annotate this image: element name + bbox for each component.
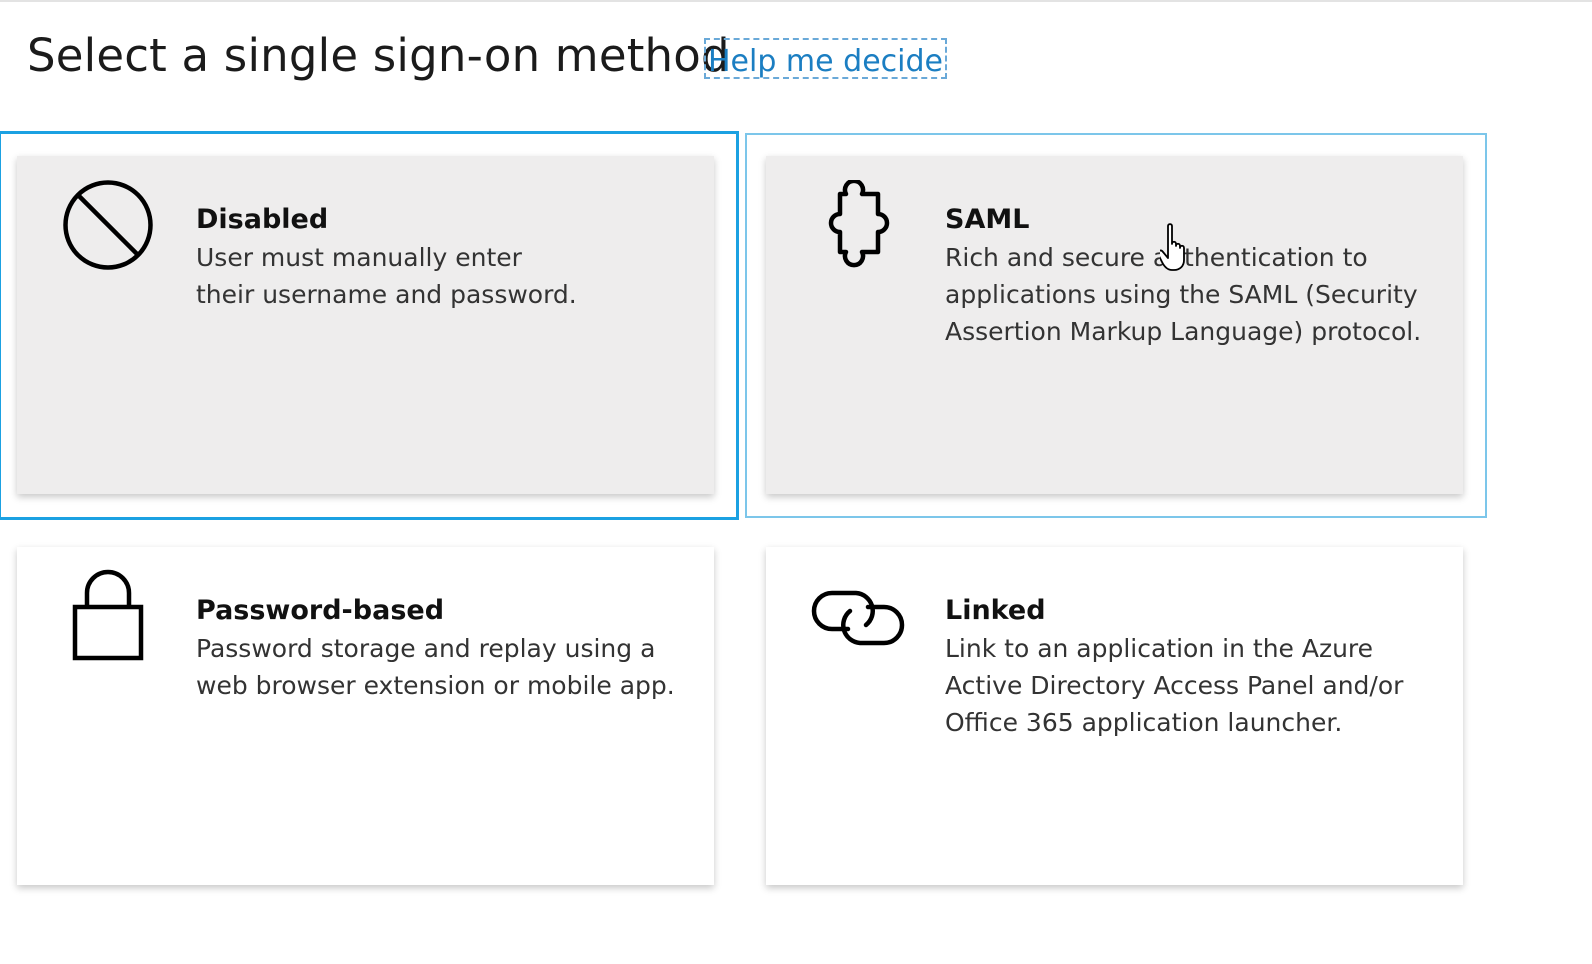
lock-icon <box>71 569 145 667</box>
top-divider <box>0 0 1592 2</box>
page-title: Select a single sign-on method <box>27 29 730 82</box>
card-description: Link to an application in the Azure Acti… <box>945 634 1404 737</box>
puzzle-icon <box>816 178 892 274</box>
prohibited-icon <box>61 178 155 276</box>
card-title: Linked <box>945 595 1046 626</box>
sso-card-linked[interactable]: Linked Link to an application in the Azu… <box>766 547 1463 885</box>
card-description: Password storage and replay using a web … <box>196 634 675 700</box>
card-title: Disabled <box>196 204 329 235</box>
card-title: SAML <box>945 204 1030 235</box>
hand-pointer-icon <box>1156 222 1190 278</box>
card-description: User must manually enter their username … <box>196 243 577 309</box>
card-title: Password-based <box>196 595 445 626</box>
sso-card-disabled[interactable]: Disabled User must manually enter their … <box>17 156 714 494</box>
sso-card-saml[interactable]: SAML Rich and secure authentication to a… <box>766 156 1463 494</box>
help-me-decide-link[interactable]: Help me decide <box>704 38 947 79</box>
sso-card-password-based[interactable]: Password-based Password storage and repl… <box>17 547 714 885</box>
link-icon <box>810 585 906 655</box>
